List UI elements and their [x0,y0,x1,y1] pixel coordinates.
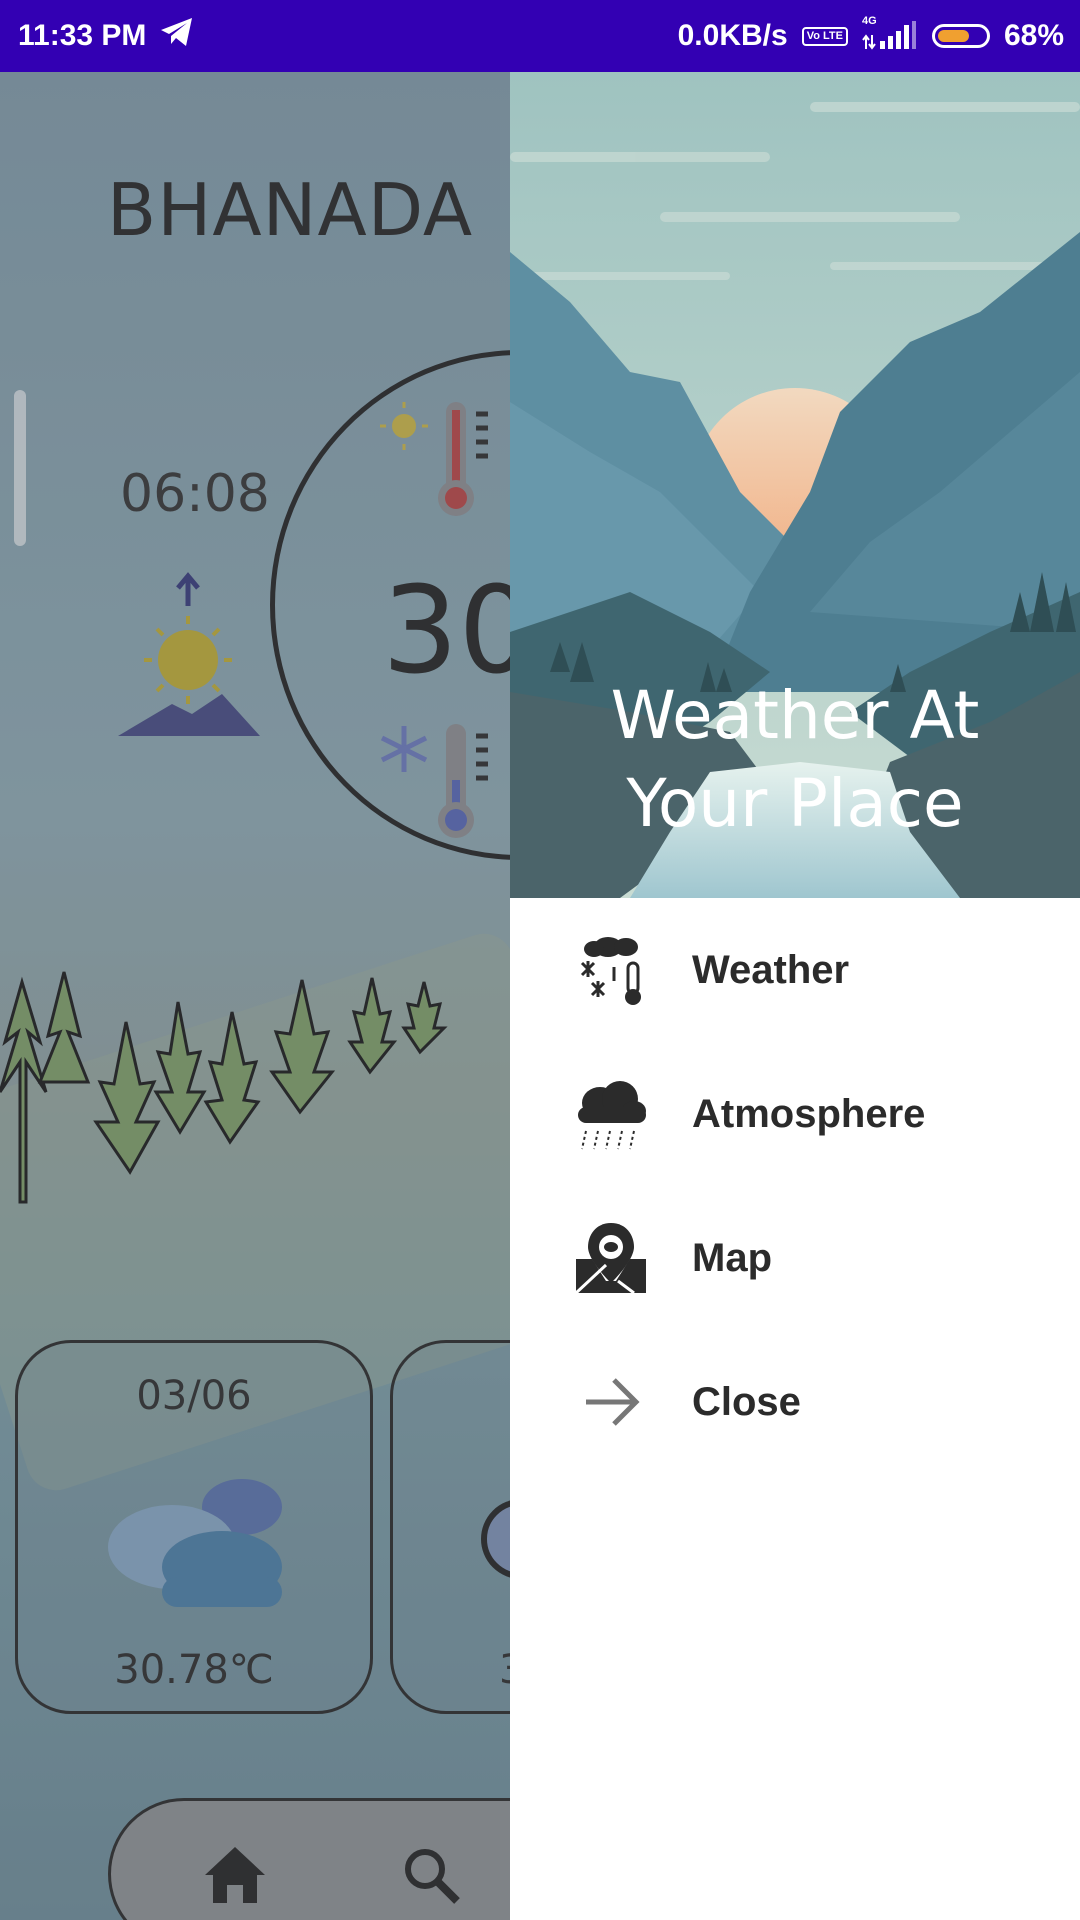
drawer-title: Weather At Your Place [510,672,1080,848]
drawer-menu: Weather Atmosphere Map Close [510,898,1080,1474]
menu-label-atmosphere: Atmosphere [692,1091,926,1136]
drawer-header: Weather At Your Place [510,72,1080,898]
volte-badge: Vo LTE [801,26,848,46]
telegram-icon [160,17,194,55]
background-app: BHANADA 06:08 30 03/06 30.78℃ [0,72,510,1920]
menu-label-weather: Weather [692,947,850,992]
network-type: 4G [861,15,877,27]
rain-cloud-icon [574,1077,648,1151]
arrow-right-icon [574,1365,648,1439]
drawer-title-line1: Weather At [610,677,980,754]
menu-item-weather[interactable]: Weather [510,898,1080,1042]
status-time: 11:33 PM [18,19,147,52]
drawer-scrim[interactable] [0,72,510,1920]
menu-label-close: Close [692,1379,801,1424]
navigation-drawer: Weather At Your Place Weather Atmosphere… [510,72,1080,1920]
menu-label-map: Map [692,1235,772,1280]
net-speed: 0.0KB/s [677,19,788,52]
weather-icon [574,933,648,1007]
menu-item-close[interactable]: Close [510,1330,1080,1474]
battery-percent: 68% [1003,19,1064,52]
map-pin-icon [574,1221,648,1295]
menu-item-map[interactable]: Map [510,1186,1080,1330]
status-bar: 11:33 PM 0.0KB/s Vo LTE 4G 68% [0,0,1080,72]
menu-item-atmosphere[interactable]: Atmosphere [510,1042,1080,1186]
signal-icon: 4G [862,15,918,51]
drawer-title-line2: Your Place [626,765,964,842]
battery-icon [931,24,990,48]
